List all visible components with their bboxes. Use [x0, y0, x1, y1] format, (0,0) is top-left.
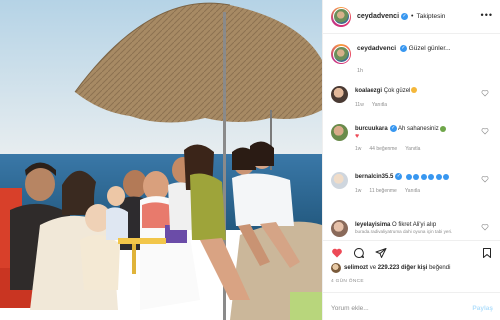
- verified-badge-icon: ✓: [389, 125, 397, 132]
- post-side-panel: ceydadvenci ✓ • Takiptesin ••• ceydadven…: [322, 0, 500, 320]
- reply-link[interactable]: Yanıtla: [405, 146, 420, 152]
- verified-badge-icon: ✓: [401, 13, 409, 20]
- caption-time[interactable]: 1h: [357, 68, 363, 74]
- caption-avatar[interactable]: [331, 44, 351, 64]
- post-caption: ceydadvenci ✓ Güzel günler... 1h: [331, 44, 497, 74]
- reply-link[interactable]: Yanıtla: [405, 188, 420, 194]
- comment-text: O fikret Ali'yi alıp: [392, 222, 437, 228]
- likes-count[interactable]: 229.223 diğer kişi: [378, 265, 428, 271]
- comment-avatar[interactable]: [331, 124, 348, 141]
- comment-item: leyelayisima O fikret Ali'yi alıp burada…: [331, 220, 499, 237]
- comment-like-count[interactable]: 44 beğenme: [369, 146, 397, 152]
- comment-bubble-icon[interactable]: [353, 247, 365, 259]
- comment-username[interactable]: bernalcin35.5: [355, 174, 393, 180]
- author-username[interactable]: ceydadvenci: [357, 13, 399, 20]
- caption-username[interactable]: ceydadvenci: [357, 45, 396, 52]
- separator-dot: •: [411, 13, 414, 20]
- comment-avatar[interactable]: [331, 220, 348, 237]
- likes-summary: selimozt ve 229.223 diğer kişi beğendi: [331, 263, 450, 273]
- beach-scene: [0, 0, 322, 320]
- comment-item: bernalcin35.5 ✓ 1w 11 beğenme Yanıtla: [331, 172, 499, 194]
- post-comment-button[interactable]: Paylaş: [472, 305, 493, 312]
- author-avatar[interactable]: [331, 6, 351, 27]
- post-header: ceydadvenci ✓ • Takiptesin •••: [323, 0, 500, 34]
- comment-avatar[interactable]: [331, 86, 348, 103]
- add-comment-box: Yorum ekle... Paylaş: [323, 292, 500, 320]
- blue-circle-emoji-icon: [420, 173, 427, 180]
- comment-time[interactable]: 1w: [355, 188, 361, 194]
- comment-username[interactable]: leyelayisima: [355, 222, 390, 228]
- people-emoji-icon: [439, 125, 446, 132]
- post-actions-bar: [323, 240, 500, 262]
- blue-circle-emoji-icon: [405, 173, 412, 180]
- comment-input[interactable]: Yorum ekle...: [331, 305, 369, 312]
- comment-username[interactable]: burcuukara: [355, 126, 388, 132]
- save-bookmark-icon[interactable]: [481, 247, 493, 259]
- comment-time[interactable]: 1w: [355, 146, 361, 152]
- smiling-face-emoji-icon: [411, 87, 418, 94]
- blue-circle-emoji-icon: [443, 173, 450, 180]
- like-heart-icon[interactable]: [331, 247, 343, 259]
- liker-avatar[interactable]: [331, 263, 341, 273]
- comment-like-count[interactable]: 11 beğenme: [369, 188, 396, 194]
- comment-item: koalaezgi Çok güzel 11w Yanıtla: [331, 86, 499, 108]
- liker-username[interactable]: selimozt: [344, 265, 368, 271]
- likes-suffix: beğendi: [429, 265, 451, 271]
- blue-circle-emoji-icon: [428, 173, 435, 180]
- more-options-icon[interactable]: •••: [481, 11, 493, 20]
- blue-circle-emoji-icon: [413, 173, 420, 180]
- like-comment-heart-icon[interactable]: [481, 127, 489, 135]
- like-comment-heart-icon[interactable]: [481, 175, 489, 183]
- comment-avatar[interactable]: [331, 172, 348, 189]
- comment-item: burcuukara ✓ Ah sahanesiniz ♥ 1w 44 beğenm…: [331, 124, 499, 152]
- red-heart-emoji-icon: ♥: [355, 133, 360, 141]
- verified-badge-icon: ✓: [395, 173, 403, 180]
- comment-text: Ah sahanesiniz: [398, 126, 439, 133]
- verified-badge-icon: ✓: [399, 44, 407, 52]
- comment-time[interactable]: 11w: [355, 102, 364, 108]
- like-comment-heart-icon[interactable]: [481, 89, 489, 97]
- follow-status[interactable]: Takiptesin: [416, 13, 445, 20]
- comment-username[interactable]: koalaezgi: [355, 88, 382, 94]
- caption-text: Güzel günler...: [408, 45, 451, 52]
- post-photo[interactable]: [0, 0, 322, 320]
- post-timestamp[interactable]: 4 GÜN ÖNCE: [331, 279, 364, 284]
- comment-text-continued: burada.radivaliyatruma dahi oyuna için t…: [355, 229, 453, 234]
- like-comment-heart-icon[interactable]: [481, 223, 489, 231]
- reply-link[interactable]: Yanıtla: [372, 102, 387, 108]
- share-send-icon[interactable]: [375, 247, 387, 259]
- comment-text: Çok güzel: [383, 88, 411, 94]
- blue-circle-emoji-icon: [435, 173, 442, 180]
- likes-conjunction: ve: [369, 265, 377, 271]
